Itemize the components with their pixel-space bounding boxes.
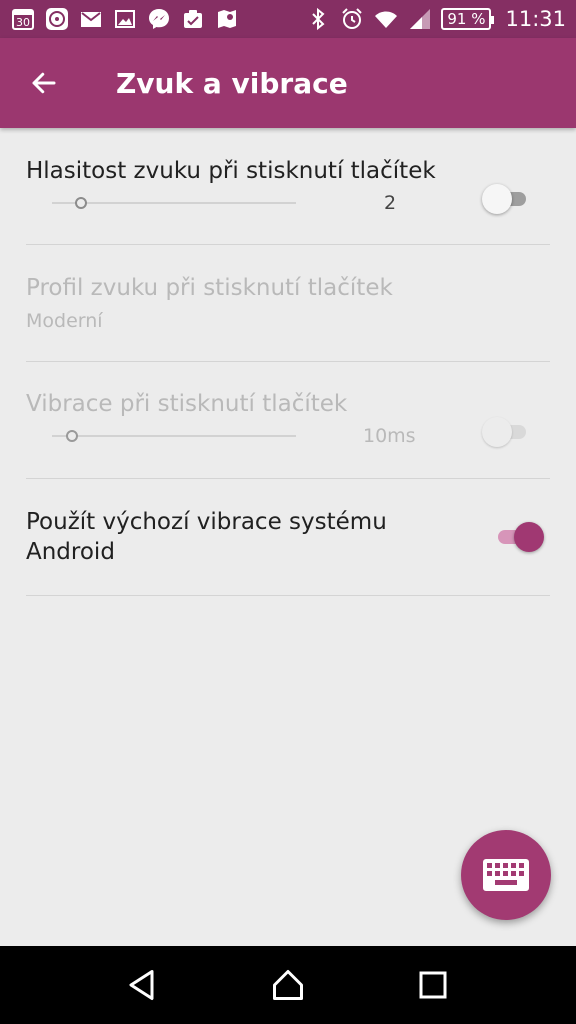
- setting-title: Vibrace při stisknutí tlačítek: [26, 391, 348, 417]
- maps-icon: [214, 6, 240, 32]
- clock: 11:31: [505, 7, 566, 31]
- mi-fit-icon: [44, 6, 70, 32]
- home-icon: [272, 970, 303, 1000]
- signal-icon: [407, 6, 433, 32]
- slider-value: 2: [384, 192, 397, 214]
- recents-icon: [419, 971, 447, 999]
- page-title: Zvuk a vibrace: [116, 66, 348, 100]
- keyboard-icon: [483, 859, 529, 891]
- messenger-icon: [146, 6, 172, 32]
- slider-value: 10ms: [363, 425, 416, 447]
- slider-thumb[interactable]: [75, 197, 88, 209]
- arrow-back-icon: [32, 72, 56, 94]
- task-icon: [180, 6, 206, 32]
- battery-indicator: 91 %: [441, 8, 495, 30]
- bluetooth-icon: [305, 6, 331, 32]
- calendar-day: 30: [16, 16, 30, 29]
- status-bar: 30 91 % 11:31: [0, 0, 576, 38]
- alarm-icon: [339, 6, 365, 32]
- calendar-icon: 30: [10, 6, 36, 32]
- setting-title-line1: Použít výchozí vibrace systému: [26, 509, 387, 535]
- vibration-slider[interactable]: [52, 430, 296, 442]
- setting-keypress-sound-profile[interactable]: Profil zvuku při stisknutí tlačítek Mode…: [26, 245, 550, 362]
- setting-title: Použít výchozí vibrace systému Android: [26, 507, 387, 567]
- system-vibration-switch[interactable]: [494, 522, 544, 552]
- setting-title: Profil zvuku při stisknutí tlačítek: [26, 275, 393, 301]
- switch-knob: [482, 417, 512, 447]
- keyboard-fab-button[interactable]: [461, 830, 551, 920]
- nav-home-button[interactable]: [263, 960, 313, 1010]
- switch-knob: [514, 522, 544, 552]
- app-bar: Zvuk a vibrace: [0, 38, 576, 128]
- back-nav-icon: [129, 970, 154, 1000]
- setting-system-vibration[interactable]: Použít výchozí vibrace systému Android: [26, 479, 550, 596]
- nav-recents-button[interactable]: [408, 960, 458, 1010]
- navigation-bar: [0, 946, 576, 1024]
- gmail-icon: [78, 6, 104, 32]
- volume-switch[interactable]: [482, 184, 532, 214]
- notification-icons: 30: [10, 6, 305, 32]
- slider-thumb[interactable]: [65, 430, 78, 442]
- nav-back-button[interactable]: [118, 960, 168, 1010]
- volume-slider[interactable]: [52, 197, 296, 209]
- gallery-icon: [112, 6, 138, 32]
- back-button[interactable]: [0, 38, 88, 128]
- switch-knob: [482, 184, 512, 214]
- system-icons: 91 % 11:31: [305, 6, 566, 32]
- wifi-icon: [373, 6, 399, 32]
- setting-subtitle: Moderní: [26, 310, 103, 332]
- setting-keypress-vibration[interactable]: Vibrace při stisknutí tlačítek 10ms: [26, 362, 550, 479]
- setting-title-line2: Android: [26, 539, 115, 565]
- setting-keypress-volume[interactable]: Hlasitost zvuku při stisknutí tlačítek 2: [26, 128, 550, 245]
- setting-title: Hlasitost zvuku při stisknutí tlačítek: [26, 158, 436, 184]
- settings-list: Hlasitost zvuku při stisknutí tlačítek 2…: [26, 128, 550, 596]
- vibration-switch[interactable]: [482, 417, 532, 447]
- battery-level: 91 %: [447, 10, 486, 28]
